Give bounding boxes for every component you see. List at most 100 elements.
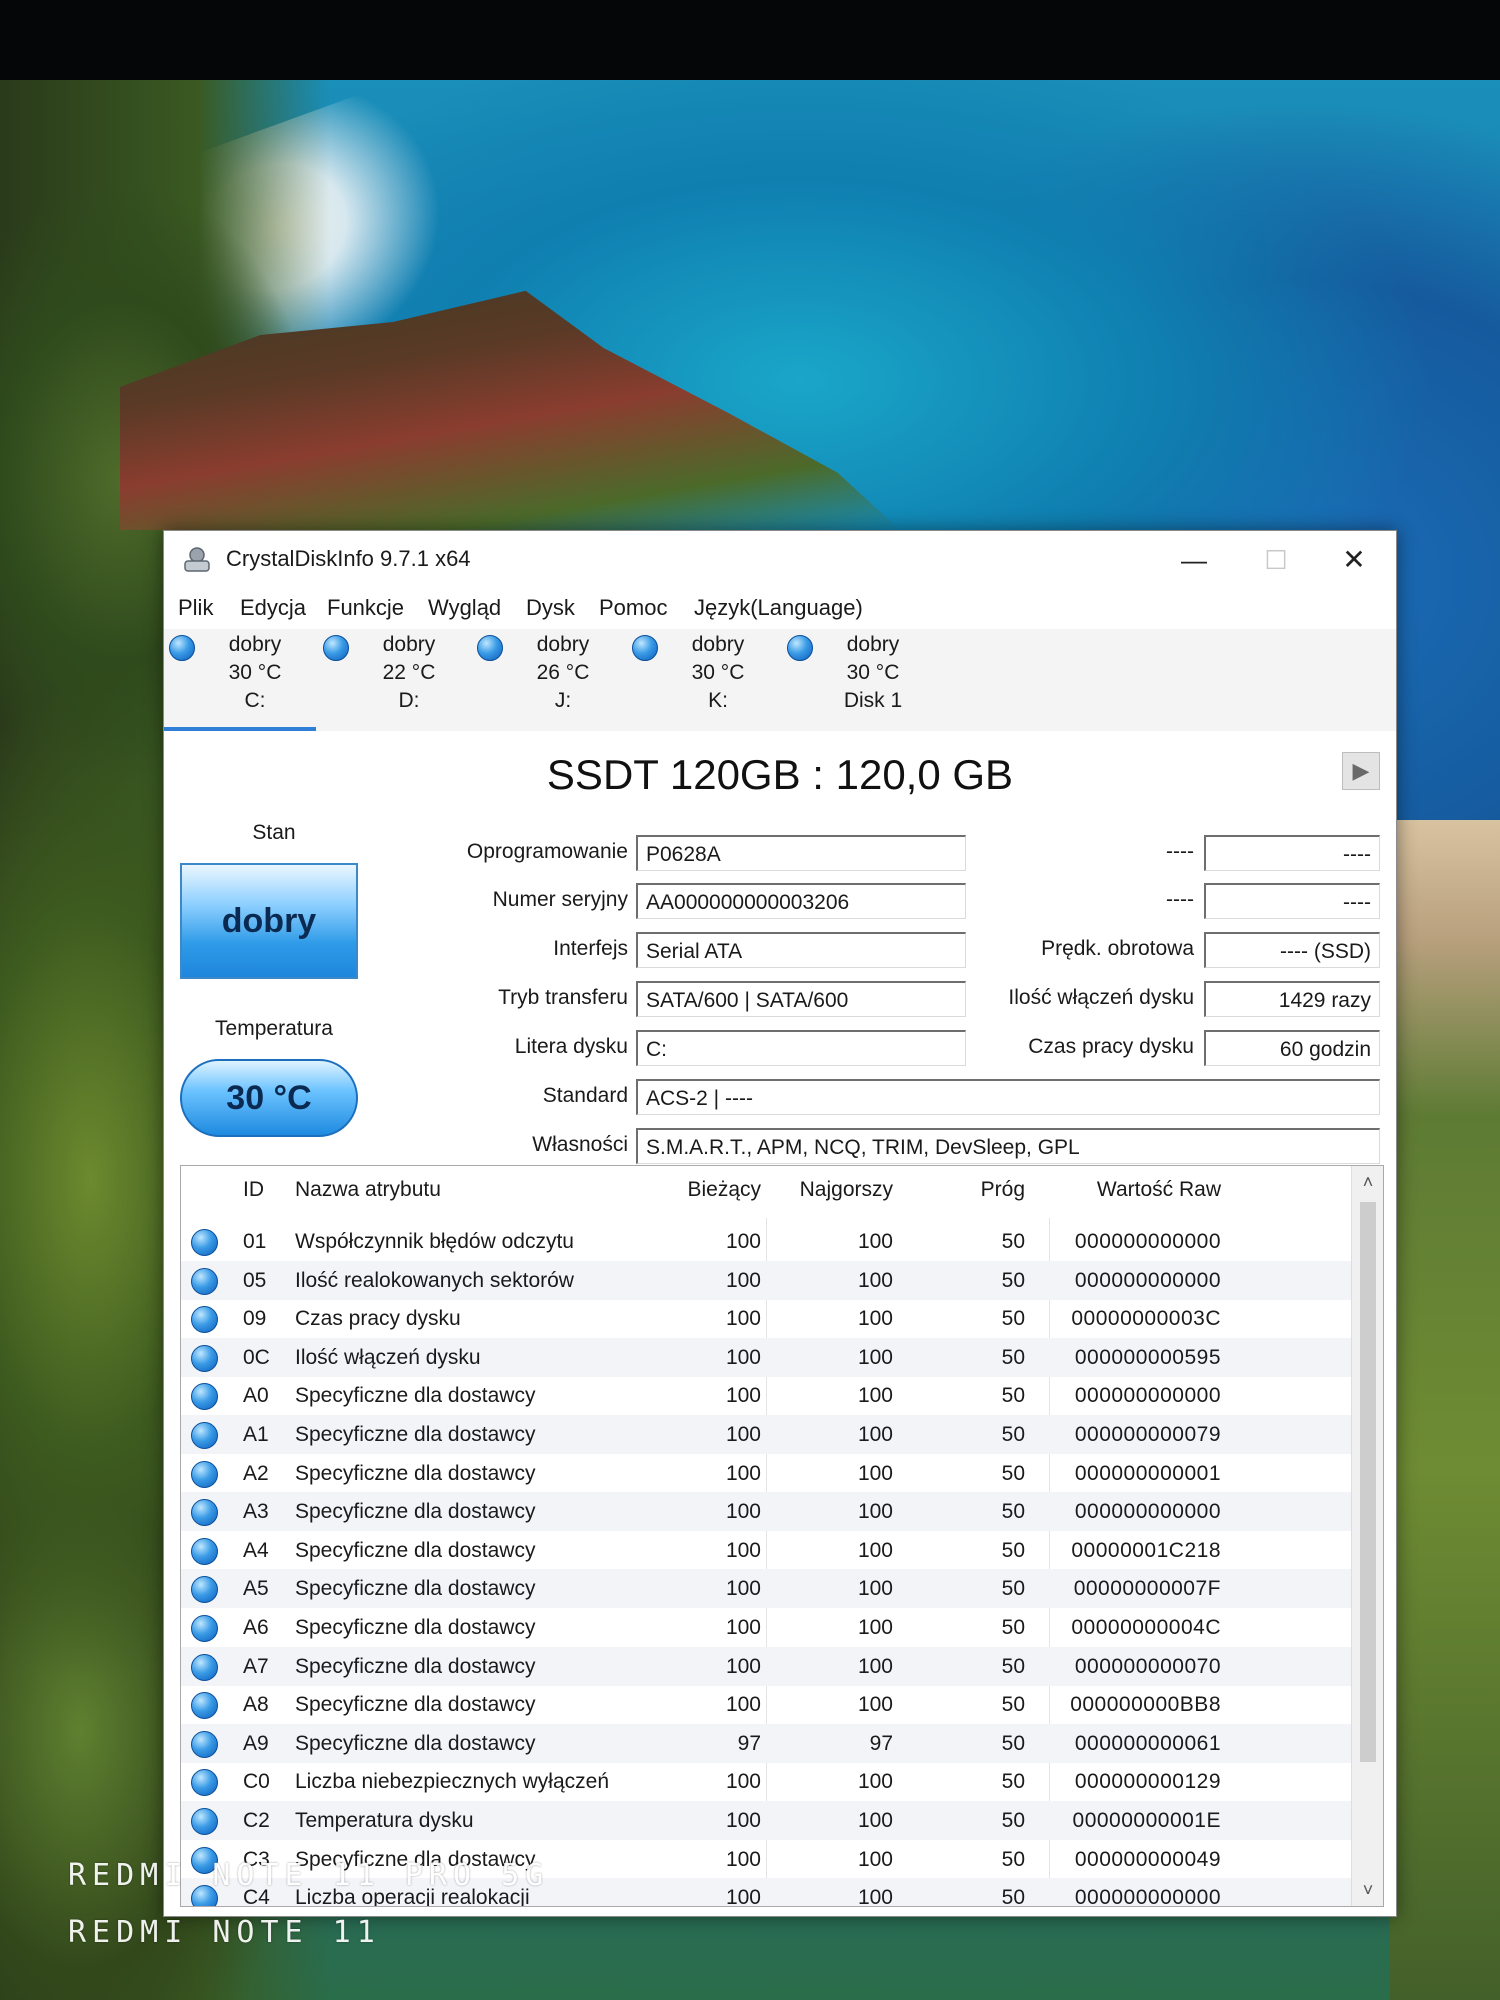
unknown-value-1: ----: [1204, 835, 1380, 871]
header-worst[interactable]: Najgorszy: [781, 1178, 893, 1202]
menu-plik[interactable]: Plik: [178, 595, 213, 621]
cell-raw-value: 000000000000: [1074, 1230, 1221, 1253]
cell-threshold: 50: [1001, 1616, 1025, 1639]
temperature-value: 30 °C: [180, 1059, 358, 1137]
unknown-label-2: ----: [1166, 888, 1194, 911]
header-current[interactable]: Bieżący: [651, 1178, 761, 1202]
camera-watermark-line1: REDMI NOTE 11 PRO 5G: [68, 1858, 550, 1893]
drive-letter-value: C:: [636, 1030, 966, 1066]
cell-current: 100: [725, 1693, 761, 1717]
table-row[interactable]: C0 Liczba niebezpiecznych wyłączeń 100 1…: [181, 1762, 1351, 1801]
cell-id: A2: [243, 1461, 269, 1485]
menu-bar: Plik Edycja Funkcje Wygląd Dysk Pomoc Ję…: [164, 589, 1396, 629]
table-row[interactable]: A0 Specyficzne dla dostawcy 100 100 50 0…: [181, 1376, 1351, 1415]
title-bar[interactable]: CrystalDiskInfo 9.7.1 x64 — ☐ ✕: [164, 531, 1396, 589]
cell-threshold: 50: [1001, 1345, 1025, 1369]
cell-threshold: 50: [1001, 1770, 1025, 1794]
cell-id: A1: [243, 1423, 269, 1446]
status-good-icon: [169, 635, 195, 661]
cell-attribute-name: Temperatura dysku: [295, 1809, 474, 1832]
cell-id: A4: [243, 1538, 269, 1562]
header-raw-value[interactable]: Wartość Raw: [1061, 1178, 1221, 1202]
cell-current: 100: [725, 1847, 761, 1871]
table-row[interactable]: A6 Specyficzne dla dostawcy 100 100 50 0…: [181, 1608, 1351, 1647]
cell-attribute-name: Współczynnik błędów odczytu: [295, 1230, 574, 1253]
cell-attribute-name: Specyficzne dla dostawcy: [295, 1693, 536, 1717]
cell-attribute-name: Specyficzne dla dostawcy: [295, 1423, 536, 1446]
cell-worst: 100: [857, 1693, 893, 1717]
cell-raw-value: 000000000070: [1074, 1654, 1221, 1678]
cell-threshold: 50: [1001, 1654, 1025, 1678]
table-row[interactable]: 09 Czas pracy dysku 100 100 50 000000000…: [181, 1299, 1351, 1338]
menu-funkcje[interactable]: Funkcje: [327, 595, 404, 621]
menu-jezyk[interactable]: Język(Language): [694, 595, 863, 621]
table-row[interactable]: A7 Specyficzne dla dostawcy 100 100 50 0…: [181, 1646, 1351, 1686]
close-button[interactable]: ✕: [1314, 531, 1394, 589]
next-disk-button[interactable]: ▶: [1342, 752, 1380, 790]
disk-tab-c[interactable]: dobry 30 °C C:: [164, 629, 316, 731]
firmware-label: Oprogramowanie: [466, 840, 628, 863]
scroll-down-icon[interactable]: ˅: [1352, 1874, 1383, 1906]
disk-tab-temp: 26 °C: [536, 661, 590, 684]
cell-current: 100: [725, 1500, 761, 1524]
cell-attribute-name: Specyficzne dla dostawcy: [295, 1731, 536, 1755]
cell-threshold: 50: [1001, 1809, 1025, 1832]
table-row[interactable]: 0C Ilość włączeń dysku 100 100 50 000000…: [181, 1337, 1351, 1377]
health-status-button[interactable]: dobry: [180, 863, 358, 979]
header-id[interactable]: ID: [243, 1178, 264, 1202]
disk-tab-disk1[interactable]: dobry 30 °C Disk 1: [782, 629, 934, 731]
cell-current: 100: [725, 1461, 761, 1485]
cell-id: A6: [243, 1616, 269, 1639]
status-good-icon: [787, 635, 813, 661]
table-row[interactable]: A3 Specyficzne dla dostawcy 100 100 50 0…: [181, 1492, 1351, 1532]
serial-value: AA000000000003206: [636, 883, 966, 919]
cell-raw-value: 00000000003C: [1071, 1307, 1221, 1331]
table-scrollbar[interactable]: ˄ ˅: [1351, 1166, 1383, 1906]
disk-tab-d[interactable]: dobry 22 °C D:: [318, 629, 470, 731]
table-row[interactable]: A5 Specyficzne dla dostawcy 100 100 50 0…: [181, 1569, 1351, 1609]
disk-tab-letter: Disk 1: [843, 689, 903, 712]
header-threshold[interactable]: Próg: [941, 1178, 1025, 1202]
table-row[interactable]: A8 Specyficzne dla dostawcy 100 100 50 0…: [181, 1685, 1351, 1724]
cell-worst: 100: [857, 1616, 893, 1639]
power-on-hours-value: 60 godzin: [1204, 1030, 1380, 1066]
rotation-speed-value: ---- (SSD): [1204, 932, 1380, 968]
rotation-speed-label: Prędk. obrotowa: [1041, 937, 1194, 960]
cell-raw-value: 000000000BB8: [1070, 1693, 1221, 1717]
cell-current: 100: [725, 1230, 761, 1253]
status-good-icon: [191, 1808, 218, 1835]
menu-edycja[interactable]: Edycja: [240, 595, 306, 621]
standard-value: ACS-2 | ----: [636, 1079, 1380, 1115]
disk-tab-status: dobry: [382, 633, 436, 656]
table-row[interactable]: A4 Specyficzne dla dostawcy 100 100 50 0…: [181, 1531, 1351, 1570]
cell-raw-value: 00000000001E: [1072, 1809, 1221, 1832]
disk-tab-status: dobry: [846, 633, 900, 656]
cell-raw-value: 00000001C218: [1071, 1538, 1221, 1562]
scroll-up-icon[interactable]: ˄: [1352, 1166, 1383, 1198]
status-good-icon: [191, 1306, 218, 1334]
table-row[interactable]: A2 Specyficzne dla dostawcy 100 100 50 0…: [181, 1454, 1351, 1493]
cell-current: 100: [725, 1538, 761, 1562]
table-row[interactable]: C2 Temperatura dysku 100 100 50 00000000…: [181, 1801, 1351, 1840]
table-row[interactable]: 01 Współczynnik błędów odczytu 100 100 5…: [181, 1222, 1351, 1261]
table-row[interactable]: A1 Specyficzne dla dostawcy 100 100 50 0…: [181, 1415, 1351, 1454]
cell-id: 09: [243, 1307, 267, 1331]
header-attribute-name[interactable]: Nazwa atrybutu: [295, 1178, 441, 1202]
cell-id: 05: [243, 1268, 267, 1292]
disk-tab-k[interactable]: dobry 30 °C K:: [627, 629, 779, 731]
menu-wyglad[interactable]: Wygląd: [428, 595, 501, 621]
cell-current: 100: [725, 1616, 761, 1639]
standard-label: Standard: [542, 1084, 628, 1107]
menu-pomoc[interactable]: Pomoc: [599, 595, 667, 621]
cell-worst: 100: [857, 1345, 893, 1369]
cell-raw-value: 000000000049: [1074, 1847, 1221, 1871]
menu-dysk[interactable]: Dysk: [526, 595, 575, 621]
scroll-thumb[interactable]: [1360, 1202, 1376, 1762]
maximize-button[interactable]: ☐: [1236, 531, 1316, 589]
disk-tab-j[interactable]: dobry 26 °C J:: [472, 629, 624, 731]
cell-threshold: 50: [1001, 1230, 1025, 1253]
table-row[interactable]: 05 Ilość realokowanych sektorów 100 100 …: [181, 1260, 1351, 1300]
table-row[interactable]: A9 Specyficzne dla dostawcy 97 97 50 000…: [181, 1723, 1351, 1763]
minimize-button[interactable]: —: [1154, 531, 1234, 589]
cell-current: 100: [725, 1345, 761, 1369]
